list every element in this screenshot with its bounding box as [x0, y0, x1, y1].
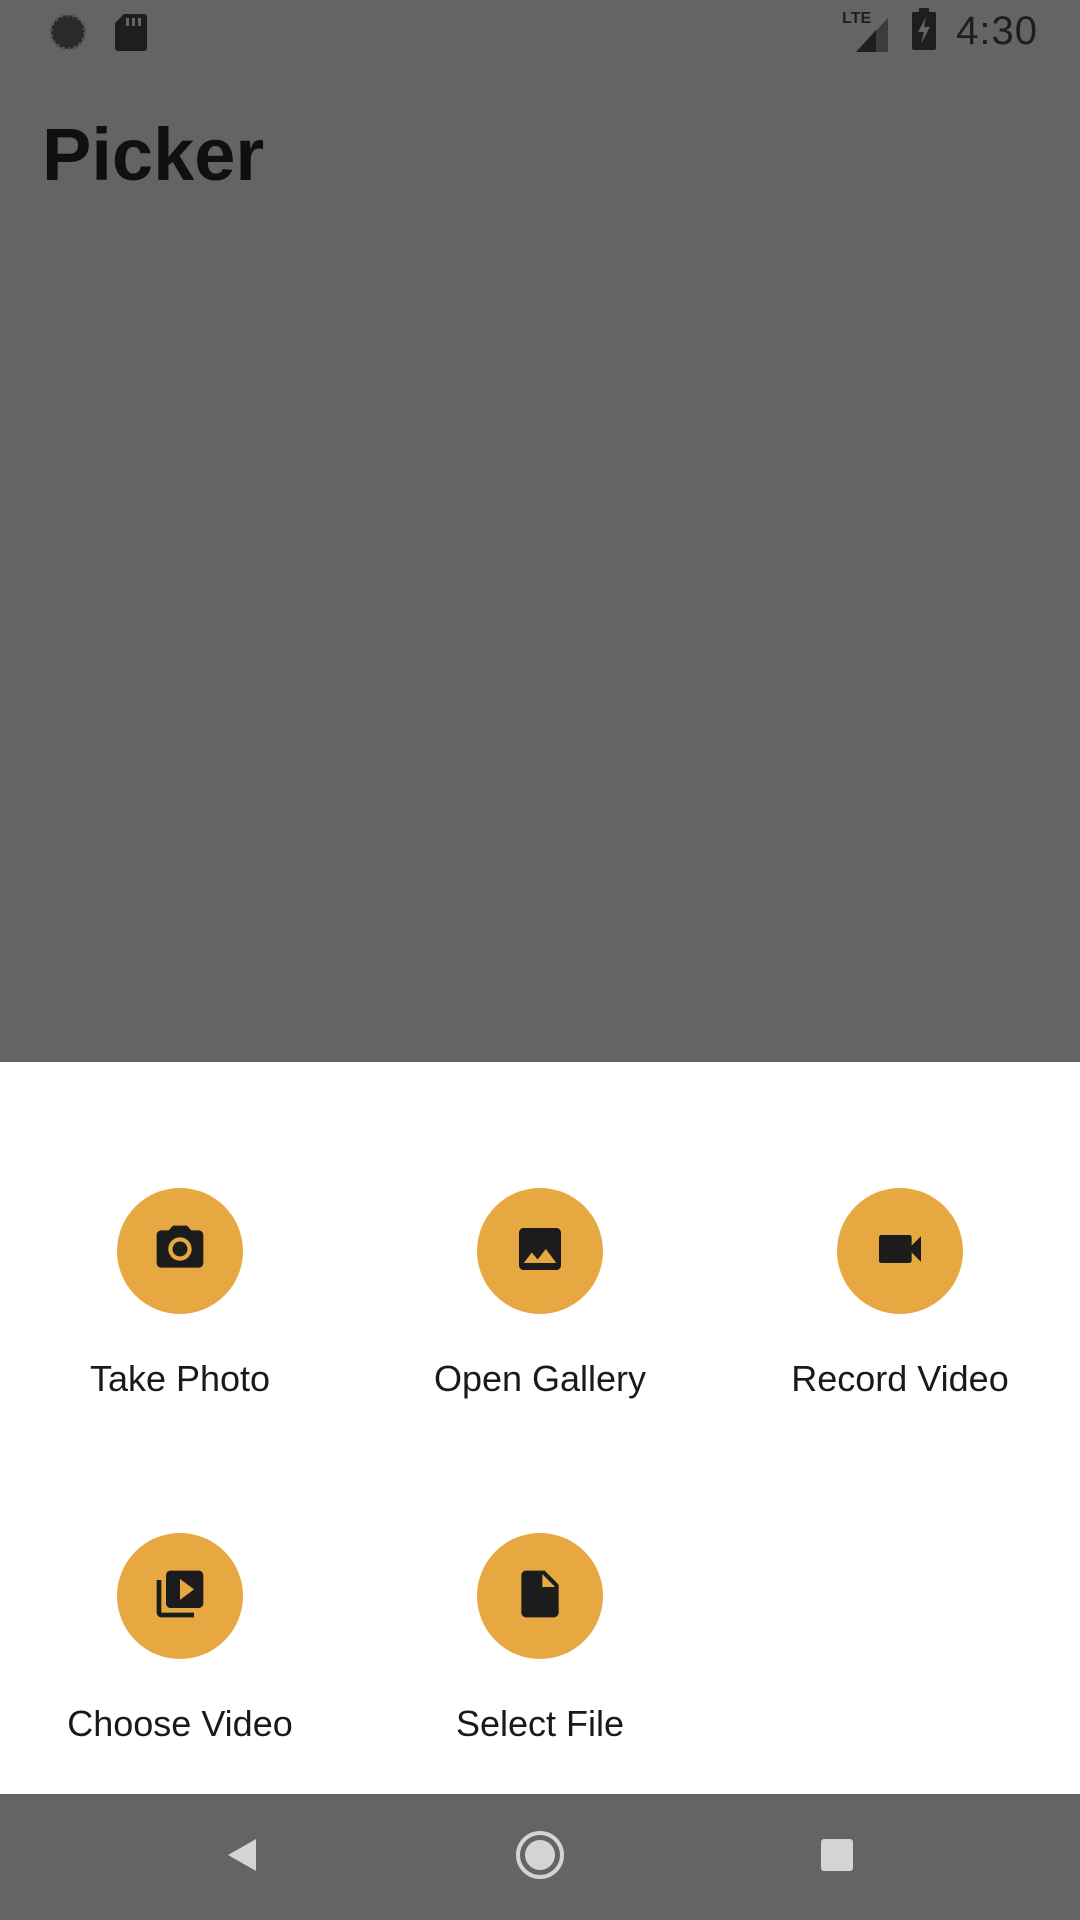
select-file-icon-circle[interactable]: [477, 1533, 603, 1659]
recents-button[interactable]: [804, 1824, 870, 1890]
picker-bottom-sheet: Take Photo Open Gallery Record Video Cho…: [0, 1062, 1080, 1794]
select-file-button[interactable]: Select File: [390, 1533, 690, 1745]
home-icon: [515, 1830, 565, 1885]
screen: LTE 4:30 Picker Take Photo Open Gallery …: [0, 0, 1080, 1920]
status-bar: LTE 4:30: [0, 0, 1080, 63]
sd-card-icon: [114, 12, 148, 57]
record-video-icon-circle[interactable]: [837, 1188, 963, 1314]
open-gallery-icon-circle[interactable]: [477, 1188, 603, 1314]
take-photo-button[interactable]: Take Photo: [30, 1188, 330, 1400]
open-gallery-button[interactable]: Open Gallery: [390, 1188, 690, 1400]
select-file-label: Select File: [455, 1703, 625, 1744]
record-video-button[interactable]: Record Video: [750, 1188, 1050, 1400]
choose-video-icon-circle[interactable]: [117, 1533, 243, 1659]
navigation-bar: [0, 1794, 1080, 1920]
video-library-icon: [152, 1566, 208, 1627]
take-photo-label: Take Photo: [89, 1358, 271, 1399]
videocam-icon: [872, 1221, 928, 1282]
camera-icon: [152, 1221, 208, 1282]
take-photo-icon-circle[interactable]: [117, 1188, 243, 1314]
home-button[interactable]: [507, 1824, 573, 1890]
recents-icon: [819, 1837, 855, 1878]
choose-video-label: Choose Video: [67, 1703, 293, 1744]
back-icon: [222, 1835, 262, 1880]
back-button[interactable]: [209, 1824, 275, 1890]
battery-charging-icon: [912, 8, 937, 55]
sync-icon: [48, 12, 88, 57]
open-gallery-label: Open Gallery: [433, 1358, 647, 1399]
status-time: 4:30: [956, 9, 1038, 53]
page-title: Picker: [42, 113, 265, 196]
choose-video-button[interactable]: Choose Video: [30, 1533, 330, 1745]
image-icon: [512, 1221, 568, 1282]
status-left-icons: [48, 12, 148, 57]
record-video-label: Record Video: [791, 1358, 1009, 1399]
file-icon: [512, 1566, 568, 1627]
status-right-icons: LTE 4:30: [842, 8, 1038, 55]
signal-icon: LTE: [842, 10, 892, 54]
